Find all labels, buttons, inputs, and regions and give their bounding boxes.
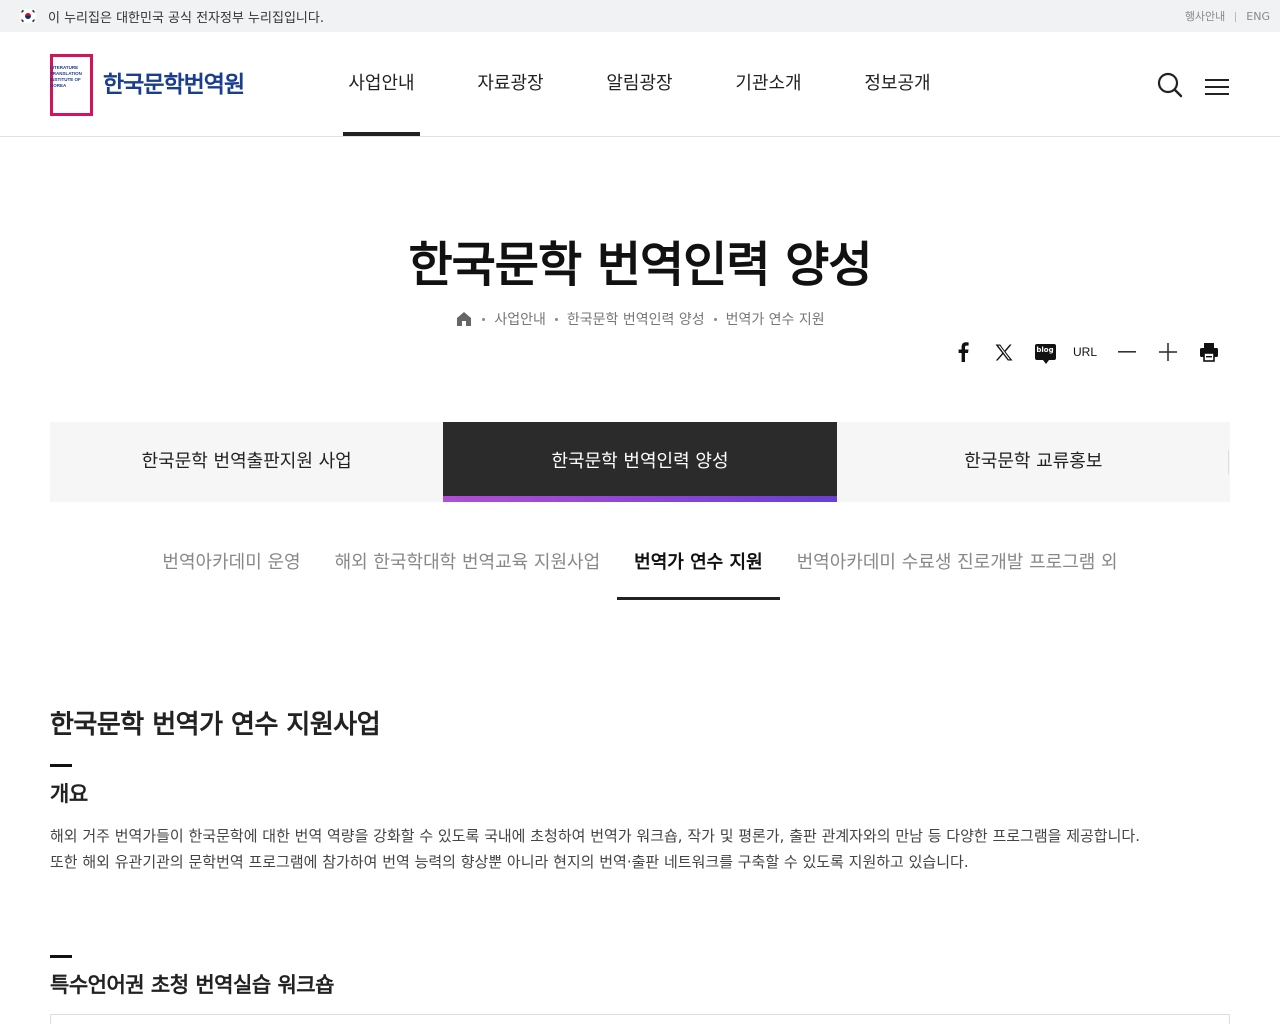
facebook-icon xyxy=(958,342,969,362)
logo-korean-text: 한국문학번역원 xyxy=(103,72,245,98)
main-navigation: 사업안내 자료광장 알림광장 기관소개 정보공개 xyxy=(317,32,962,136)
zoom-out-button[interactable] xyxy=(1117,339,1137,365)
logo-english-text: LITERATURE TRANSLATION INSTITUTE OF KORE… xyxy=(50,65,82,88)
nav-disclosure[interactable]: 정보공개 xyxy=(833,32,962,136)
plus-icon xyxy=(1159,343,1177,361)
x-share-button[interactable] xyxy=(993,339,1015,365)
breadcrumb-item[interactable]: 번역가 연수 지원 xyxy=(726,309,825,329)
hamburger-menu-icon[interactable] xyxy=(1205,77,1229,97)
subtab-graduate-career-program[interactable]: 번역아카데미 수료생 진로개발 프로그램 외 xyxy=(780,528,1135,600)
subtab-translator-residency[interactable]: 번역가 연수 지원 xyxy=(617,528,781,600)
zoom-in-button[interactable] xyxy=(1158,339,1178,365)
tab-translation-publishing[interactable]: 한국문학 번역출판지원 사업 xyxy=(50,422,443,502)
section-marker xyxy=(50,764,72,767)
gov-banner-text: 이 누리집은 대한민국 공식 전자정부 누리집입니다. xyxy=(48,11,324,26)
breadcrumb-separator xyxy=(482,317,486,321)
overview-paragraph: 해외 거주 번역가들이 한국문학에 대한 번역 역량을 강화할 수 있도록 국내… xyxy=(50,823,1230,875)
overview-line: 해외 거주 번역가들이 한국문학에 대한 번역 역량을 강화할 수 있도록 국내… xyxy=(50,827,1140,845)
blog-share-button[interactable]: blog xyxy=(1034,339,1056,365)
divider xyxy=(1228,450,1229,474)
print-button[interactable] xyxy=(1198,339,1220,365)
site-header: LITERATURE TRANSLATION INSTITUTE OF KORE… xyxy=(0,32,1280,137)
site-logo[interactable]: LITERATURE TRANSLATION INSTITUTE OF KORE… xyxy=(50,54,260,116)
x-twitter-icon xyxy=(995,344,1013,360)
section-marker xyxy=(50,955,72,958)
subtab-translation-academy[interactable]: 번역아카데미 운영 xyxy=(145,528,317,600)
facebook-share-button[interactable] xyxy=(952,339,974,365)
breadcrumb: 사업안내 한국문학 번역인력 양성 번역가 연수 지원 xyxy=(0,309,1280,329)
copy-url-button[interactable]: URL xyxy=(1070,339,1100,365)
sub-tabs: 번역아카데미 운영 해외 한국학대학 번역교육 지원사업 번역가 연수 지원 번… xyxy=(0,528,1280,600)
event-guide-link[interactable]: 행사안내 xyxy=(1185,10,1225,23)
subtab-overseas-university-support[interactable]: 해외 한국학대학 번역교육 지원사업 xyxy=(318,528,618,600)
divider xyxy=(1235,12,1237,22)
nav-notices[interactable]: 알림광장 xyxy=(575,32,704,136)
utility-links: 행사안내 ENG xyxy=(1185,8,1270,24)
content-box xyxy=(50,1014,1230,1024)
content-heading: 한국문학 번역가 연수 지원사업 xyxy=(50,710,381,740)
nav-resources[interactable]: 자료광장 xyxy=(446,32,575,136)
breadcrumb-separator xyxy=(554,317,558,321)
breadcrumb-separator xyxy=(713,317,717,321)
tab-exchange-promotion[interactable]: 한국문학 교류홍보 xyxy=(837,422,1230,502)
blog-icon: blog xyxy=(1034,344,1056,364)
section-tabs: 한국문학 번역출판지원 사업 한국문학 번역인력 양성 한국문학 교류홍보 xyxy=(50,422,1230,502)
tab-translator-training[interactable]: 한국문학 번역인력 양성 xyxy=(443,422,837,502)
nav-business-guide[interactable]: 사업안내 xyxy=(317,32,446,136)
minus-icon xyxy=(1118,351,1136,353)
workshop-section-title: 특수언어권 초청 번역실습 워크숍 xyxy=(50,973,334,997)
overview-line: 또한 해외 유관기관의 문학번역 프로그램에 참가하여 번역 능력의 향상뿐 아… xyxy=(50,853,969,871)
home-icon[interactable] xyxy=(455,310,473,328)
print-icon xyxy=(1200,343,1218,362)
breadcrumb-item[interactable]: 한국문학 번역인력 양성 xyxy=(567,309,705,329)
overview-title: 개요 xyxy=(50,782,88,806)
page-title: 한국문학 번역인력 양성 xyxy=(408,237,872,293)
search-icon[interactable] xyxy=(1157,72,1183,98)
korean-flag-icon xyxy=(20,9,36,23)
breadcrumb-item[interactable]: 사업안내 xyxy=(494,309,546,329)
english-link[interactable]: ENG xyxy=(1246,10,1270,23)
gov-banner: 이 누리집은 대한민국 공식 전자정부 누리집입니다. 행사안내 ENG xyxy=(0,0,1280,32)
nav-about[interactable]: 기관소개 xyxy=(704,32,833,136)
